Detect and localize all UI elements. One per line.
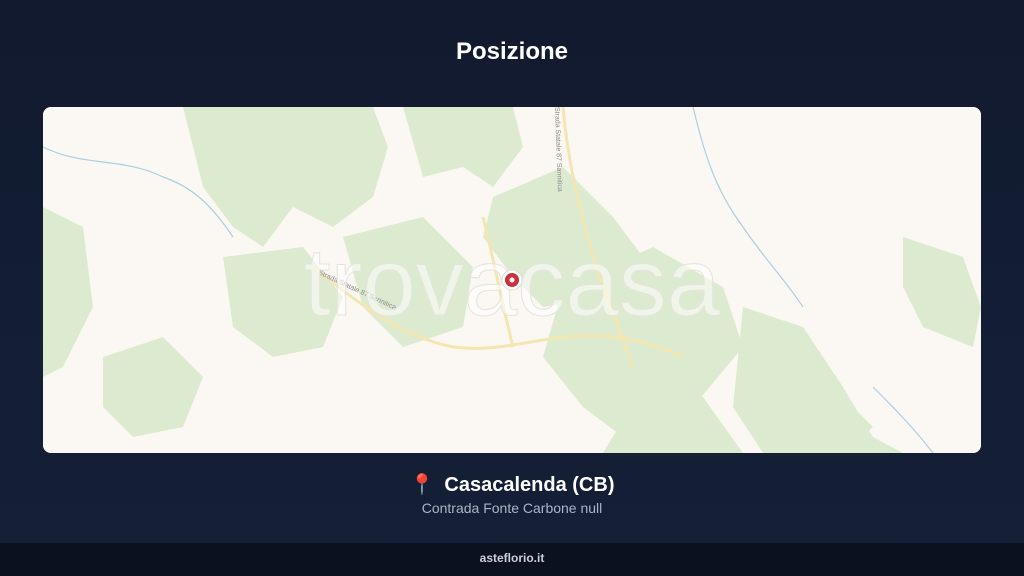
- location-heading: 📍 Casacalenda (CB): [0, 472, 1024, 497]
- location-marker-icon[interactable]: [501, 269, 523, 291]
- pin-icon: 📍: [409, 474, 435, 496]
- map-canvas[interactable]: Strada Statale 87 Sannitica Strada Stata…: [43, 107, 981, 453]
- footer: asteflorio.it: [0, 543, 1024, 576]
- footer-brand[interactable]: asteflorio.it: [480, 551, 545, 565]
- location-address: Contrada Fonte Carbone null: [421, 500, 603, 516]
- page-title: Posizione: [455, 38, 569, 65]
- map-view[interactable]: Strada Statale 87 Sannitica Strada Stata…: [43, 107, 981, 453]
- location-city: Casacalenda (CB): [444, 474, 615, 496]
